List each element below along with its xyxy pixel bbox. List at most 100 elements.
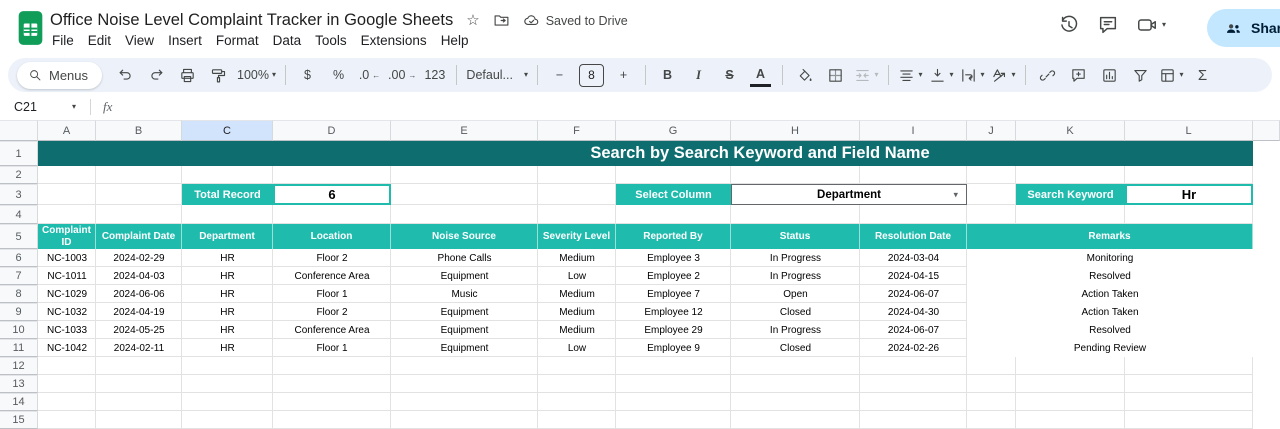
row-header-5[interactable]: 5 <box>0 224 38 249</box>
cell[interactable] <box>96 166 182 184</box>
table-cell[interactable]: 2024-05-25 <box>96 321 182 339</box>
table-cell[interactable]: Low <box>538 339 616 357</box>
table-cell[interactable]: Medium <box>538 285 616 303</box>
cell[interactable] <box>96 205 182 224</box>
table-cell[interactable]: Employee 29 <box>616 321 731 339</box>
cell[interactable] <box>731 411 860 429</box>
cell[interactable] <box>38 411 96 429</box>
table-views-button[interactable]: ▾ <box>1156 62 1187 88</box>
table-cell[interactable]: Closed <box>731 339 860 357</box>
print-button[interactable] <box>172 62 203 88</box>
text-rotation-button[interactable]: ▾ <box>988 62 1019 88</box>
cell[interactable] <box>967 411 1016 429</box>
cell[interactable] <box>860 375 967 393</box>
cell[interactable] <box>731 393 860 411</box>
increase-decimal-button[interactable]: .00 → <box>385 62 419 88</box>
table-cell[interactable]: Floor 1 <box>273 339 391 357</box>
document-title[interactable]: Office Noise Level Complaint Tracker in … <box>50 11 453 30</box>
table-cell[interactable]: Equipment <box>391 339 538 357</box>
more-formats-button[interactable]: 123 <box>419 62 450 88</box>
cell[interactable] <box>38 357 96 375</box>
row-header-3[interactable]: 3 <box>0 184 38 205</box>
column-header-H[interactable]: H <box>731 120 860 141</box>
name-box[interactable]: C21 ▾ <box>14 100 76 114</box>
menu-tools[interactable]: Tools <box>308 31 354 50</box>
insert-chart-button[interactable] <box>1094 62 1125 88</box>
cell[interactable] <box>860 357 967 375</box>
column-header-K[interactable]: K <box>1016 120 1125 141</box>
cell[interactable] <box>391 393 538 411</box>
cell[interactable] <box>538 166 616 184</box>
select-column-label[interactable]: Select Column <box>616 184 731 205</box>
menu-view[interactable]: View <box>118 31 161 50</box>
cell[interactable] <box>1016 393 1125 411</box>
row-header-7[interactable]: 7 <box>0 267 38 285</box>
cell[interactable] <box>391 357 538 375</box>
total-record-label[interactable]: Total Record <box>182 184 273 205</box>
increase-font-size-button[interactable]: + <box>608 62 639 88</box>
table-cell[interactable]: 2024-02-29 <box>96 249 182 267</box>
vertical-align-button[interactable]: ▾ <box>926 62 957 88</box>
cell[interactable] <box>538 357 616 375</box>
row-header-9[interactable]: 9 <box>0 303 38 321</box>
italic-button[interactable]: I <box>683 62 714 88</box>
table-cell[interactable]: HR <box>182 267 273 285</box>
cell[interactable] <box>616 393 731 411</box>
cell[interactable] <box>391 166 538 184</box>
table-cell[interactable]: Employee 12 <box>616 303 731 321</box>
star-icon[interactable]: ☆ <box>466 13 479 28</box>
create-filter-button[interactable] <box>1125 62 1156 88</box>
cell[interactable] <box>1125 411 1253 429</box>
table-cell[interactable]: 2024-02-11 <box>96 339 182 357</box>
table-cell[interactable]: Employee 9 <box>616 339 731 357</box>
table-cell[interactable]: Open <box>731 285 860 303</box>
column-header-F[interactable]: F <box>538 120 616 141</box>
search-keyword-value[interactable]: Hr <box>1125 184 1253 205</box>
table-cell[interactable]: HR <box>182 321 273 339</box>
row-header-12[interactable]: 12 <box>0 357 38 375</box>
cell[interactable] <box>731 166 860 184</box>
column-header-L[interactable]: L <box>1125 120 1253 141</box>
cell[interactable] <box>391 375 538 393</box>
cell[interactable] <box>182 357 273 375</box>
menu-help[interactable]: Help <box>434 31 476 50</box>
cell[interactable] <box>391 184 538 205</box>
row-header-2[interactable]: 2 <box>0 166 38 184</box>
cell[interactable] <box>273 411 391 429</box>
table-header-cell[interactable]: Department <box>182 224 273 249</box>
row-header-11[interactable]: 11 <box>0 339 38 357</box>
paint-format-button[interactable] <box>203 62 234 88</box>
comments-icon[interactable] <box>1097 14 1119 36</box>
strikethrough-button[interactable]: S <box>714 62 745 88</box>
cell[interactable] <box>860 393 967 411</box>
table-cell[interactable]: Action Taken <box>967 285 1253 303</box>
cell[interactable] <box>96 375 182 393</box>
cell[interactable] <box>96 184 182 205</box>
cell[interactable] <box>182 393 273 411</box>
table-cell[interactable]: Medium <box>538 321 616 339</box>
column-header-J[interactable]: J <box>967 120 1016 141</box>
table-cell[interactable]: 2024-03-04 <box>860 249 967 267</box>
cell[interactable] <box>1016 357 1125 375</box>
table-cell[interactable]: HR <box>182 303 273 321</box>
table-cell[interactable]: Employee 2 <box>616 267 731 285</box>
table-cell[interactable]: Music <box>391 285 538 303</box>
table-cell[interactable]: Floor 1 <box>273 285 391 303</box>
cell[interactable] <box>860 411 967 429</box>
bold-button[interactable]: B <box>652 62 683 88</box>
merge-cells-button[interactable]: ▾ <box>851 62 882 88</box>
horizontal-align-button[interactable]: ▾ <box>895 62 926 88</box>
table-cell[interactable]: Resolved <box>967 321 1253 339</box>
functions-button[interactable]: Σ <box>1187 62 1218 88</box>
cell[interactable] <box>182 375 273 393</box>
cell[interactable] <box>967 166 1016 184</box>
table-header-cell[interactable]: Complaint Date <box>96 224 182 249</box>
cell[interactable] <box>538 393 616 411</box>
table-cell[interactable]: Action Taken <box>967 303 1253 321</box>
move-to-folder-icon[interactable] <box>493 12 510 29</box>
cell[interactable] <box>38 184 96 205</box>
cell[interactable] <box>731 357 860 375</box>
format-currency-button[interactable]: $ <box>292 62 323 88</box>
table-cell[interactable]: Floor 2 <box>273 249 391 267</box>
insert-comment-button[interactable] <box>1063 62 1094 88</box>
